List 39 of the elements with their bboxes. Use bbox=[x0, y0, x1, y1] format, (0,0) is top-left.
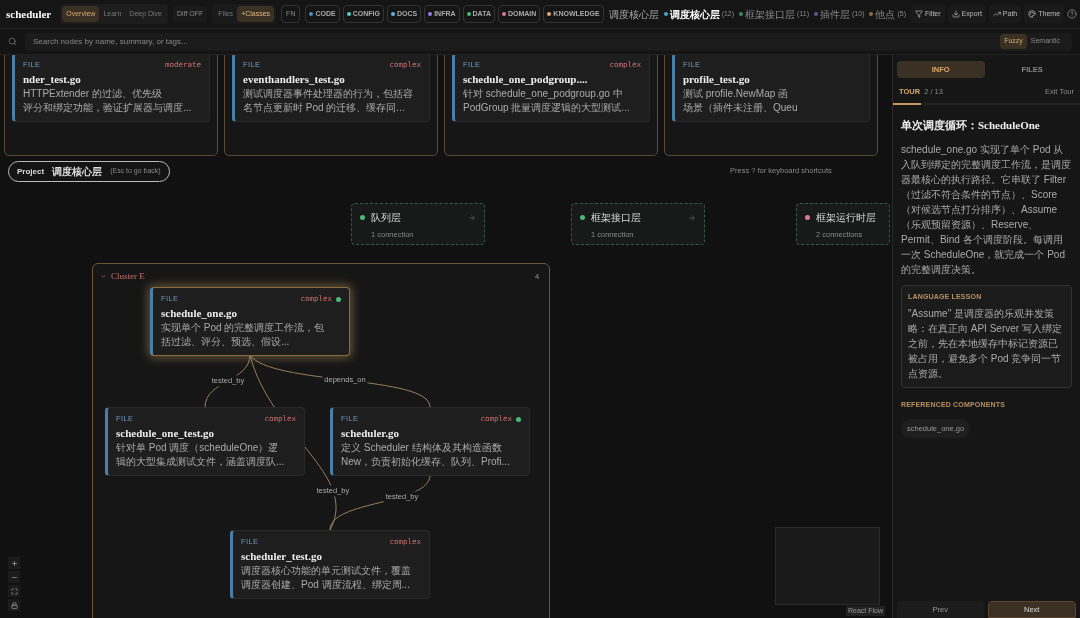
lesson-text: "Assume" 是调度器的乐观并发策略：在真正向 API Server 写入绑定之前，先在本地缓存中标记资源已被占用，避免多个 Pod 竞争同一节点资源。 bbox=[908, 307, 1063, 382]
search-icon bbox=[8, 37, 17, 46]
zoom-in-icon[interactable] bbox=[8, 557, 20, 569]
breadcrumb-root[interactable]: Project bbox=[17, 165, 45, 178]
node-summary: 针对 schedule_one_podgroup.go 中 PodGroup 批量调度逻辑的大型测试... bbox=[463, 87, 631, 115]
node-summary: 测试调度器事件处理器的行为，包括容 名节点更新时 Pod 的迁移、缓存同... bbox=[243, 87, 414, 115]
tour-body: schedule_one.go 实现了单个 Pod 从入队到绑定的完整调度工作流，是调度器最核心的执行路径。它串联了 Filter（过滤不符合条件的节点）、Score（对候选节点打分排序）、Assume（乐观预留资源）、Reserve、Permit、Bind 各个调度阶段。每调用一次 ScheduleOne，就完成一个 Pod 的完整调度决策。 bbox=[900, 142, 1072, 277]
arrow-icon bbox=[468, 213, 476, 222]
node-summary: 针对单 Pod 调度（scheduleOne）逻 辑的大型集成测试文件，涵盖调度队... bbox=[116, 441, 286, 469]
zoom-out-icon[interactable] bbox=[8, 571, 20, 583]
node-title: scheduler_test.go bbox=[241, 549, 323, 564]
layer-name: 框架运行时层 bbox=[816, 211, 876, 225]
filter-icon bbox=[915, 10, 924, 18]
node-summary: HTTPExtender 的过滤、优先级 评分和绑定功能，验证扩展器与调度... bbox=[23, 87, 193, 115]
node-title: schedule_one_podgroup.... bbox=[463, 72, 589, 87]
cluster-header[interactable]: Cluster E bbox=[100, 270, 145, 284]
lock-icon[interactable] bbox=[8, 599, 20, 611]
node-summary: 调度器核心功能的单元测试文件，覆盖 调度器创建、Pod 调度流程、绑定周... bbox=[241, 564, 412, 592]
app-title: scheduler bbox=[6, 6, 52, 22]
node-title: nder_test.go bbox=[23, 72, 82, 87]
arrow-icon bbox=[688, 213, 696, 222]
node-title: eventhandlers_test.go bbox=[243, 72, 346, 87]
node-title: profile_test.go bbox=[683, 72, 751, 87]
breadcrumb-current: 调度核心层 bbox=[52, 165, 103, 179]
node-summary: 定义 Scheduler 结构体及其构造函数 New，负责初始化缓存、队列、Profi... bbox=[341, 441, 511, 469]
node-title: schedule_one_test.go bbox=[116, 426, 216, 441]
palette-icon bbox=[1028, 10, 1037, 18]
node-title: scheduler.go bbox=[341, 426, 400, 441]
layer-name: 队列层 bbox=[371, 211, 401, 225]
tour-title: 单次调度循环：ScheduleOne bbox=[900, 118, 1041, 134]
trend-icon bbox=[992, 10, 1001, 18]
help-icon[interactable] bbox=[1067, 9, 1078, 19]
node-summary: 实现单个 Pod 的完整调度工作流，包 括过滤、评分、预选、假设... bbox=[161, 321, 326, 349]
node-title: schedule_one.go bbox=[161, 306, 239, 321]
fit-view-icon[interactable] bbox=[8, 585, 20, 597]
node-summary: 测试 profile.NewMap 函 场景（插件未注册、Queu bbox=[683, 87, 799, 115]
layer-name: 框架接口层 bbox=[591, 211, 641, 225]
download-icon bbox=[951, 10, 960, 18]
current-layer: 调度核心层 bbox=[608, 7, 659, 22]
